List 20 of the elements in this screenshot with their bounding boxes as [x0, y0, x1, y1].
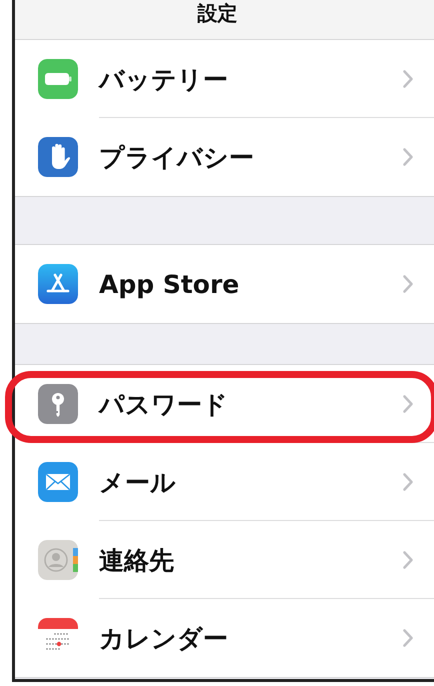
- row-label[interactable]: カレンダー: [99, 622, 402, 654]
- key-icon: [38, 384, 78, 424]
- chevron-right-icon: [402, 472, 414, 492]
- battery-icon: [38, 59, 78, 99]
- chevron-right-icon: [402, 550, 414, 570]
- row-label[interactable]: バッテリー: [99, 62, 402, 96]
- row-label[interactable]: パスワード: [99, 388, 402, 420]
- mail-icon: [38, 462, 78, 502]
- screen-title: 設定: [198, 0, 238, 27]
- row-label[interactable]: 連絡先: [99, 544, 402, 576]
- chevron-right-icon: [402, 147, 414, 167]
- chevron-right-icon: [402, 69, 414, 89]
- hand-icon: [38, 137, 78, 177]
- contact-card-icon: [38, 540, 78, 580]
- app-store-icon: [38, 264, 78, 304]
- row-label[interactable]: メール: [99, 466, 402, 498]
- chevron-right-icon: [402, 394, 414, 414]
- row-label[interactable]: プライバシー: [99, 140, 402, 174]
- chevron-right-icon: [402, 274, 414, 294]
- chevron-right-icon: [402, 628, 414, 648]
